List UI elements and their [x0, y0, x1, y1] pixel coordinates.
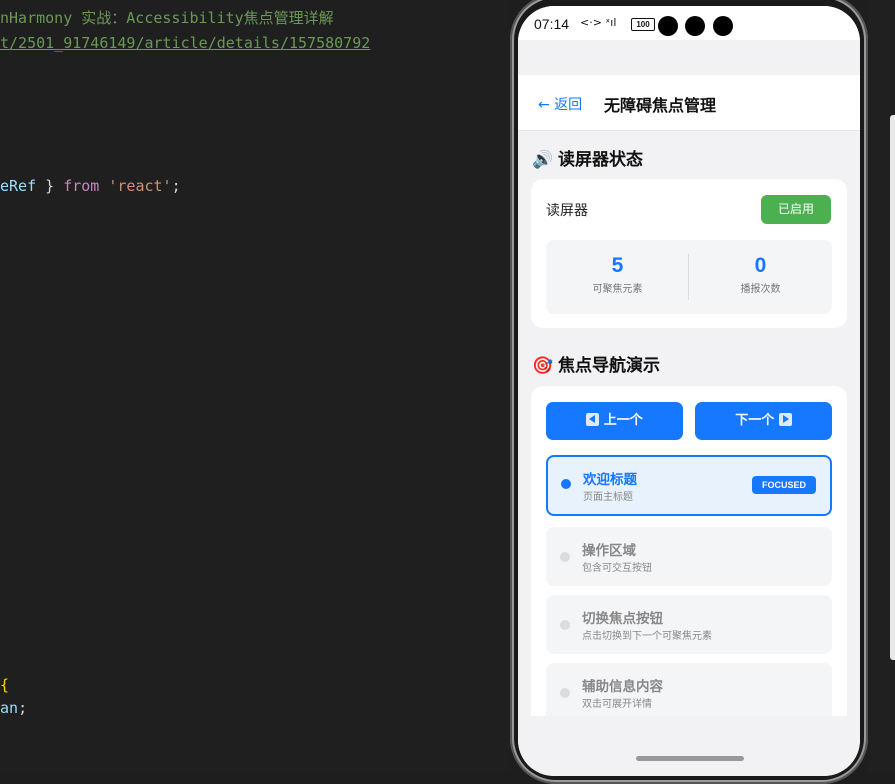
previous-button[interactable]: 上一个: [546, 402, 683, 440]
section-title-focus-demo: 🎯 焦点导航演示: [532, 351, 660, 376]
stats-panel: 5 可聚焦元素 0 播报次数: [546, 240, 832, 314]
next-label: 下一个: [735, 413, 775, 428]
section-title-text: 焦点导航演示: [558, 356, 660, 376]
screen-reader-label: 读屏器: [546, 203, 588, 219]
back-button[interactable]: ← 返回: [538, 94, 582, 114]
item-subtitle: 双击可展开详情: [582, 699, 652, 710]
previous-label: 上一个: [603, 413, 643, 428]
focus-item-switch-button[interactable]: 切换焦点按钮 点击切换到下一个可聚焦元素: [546, 595, 832, 654]
arrow-right-icon: [778, 413, 792, 426]
code-token-var: eRef: [0, 177, 37, 195]
focus-dot-icon: [560, 688, 570, 698]
stat-label: 播报次数: [740, 284, 781, 295]
status-badge: 已启用: [761, 195, 831, 224]
code-token-brace: }: [36, 177, 64, 195]
code-token-string: 'react': [108, 177, 172, 195]
screen-reader-card: 读屏器 已启用 5 可聚焦元素 0 播报次数: [531, 179, 847, 328]
item-title: 欢迎标题: [583, 472, 637, 488]
arrow-left-icon: [586, 413, 600, 426]
item-subtitle: 包含可交互按钮: [582, 563, 652, 574]
focus-item-aux-info[interactable]: 辅助信息内容 双击可展开详情: [546, 663, 832, 716]
code-token-semicolon: ;: [171, 177, 181, 195]
focus-dot-icon: [561, 479, 571, 489]
battery-icon: 100: [631, 18, 655, 31]
code-editor: nHarmony 实战：Accessibility焦点管理详解 t/2501_9…: [0, 0, 510, 772]
main-content: 🔊 读屏器状态 读屏器 已启用 5 可聚焦元素 0 播报次数 🎯 焦点导航演示 …: [518, 131, 860, 716]
page-title: 无障碍焦点管理: [604, 96, 717, 115]
phone-frame: 07:14 <·> ˣıl 100 ← 返回 无障碍焦点管理 🔊 读屏器状态 读屏…: [510, 0, 868, 784]
target-icon: 🎯: [532, 356, 554, 376]
right-panel-edge: [890, 115, 895, 660]
code-token-keyword: from: [63, 177, 100, 195]
code-comment-title: nHarmony 实战：Accessibility焦点管理详解: [0, 9, 334, 27]
speaker-icon: 🔊: [532, 150, 554, 170]
focus-item-welcome-title[interactable]: 欢迎标题 页面主标题 FOCUSED: [546, 455, 832, 516]
top-spacer: [518, 40, 860, 75]
signal-icon: <·> ˣıl: [580, 16, 617, 29]
code-brace-line: {: [0, 676, 10, 694]
focus-dot-icon: [560, 620, 570, 630]
next-button[interactable]: 下一个: [695, 402, 832, 440]
bottom-area: [518, 716, 860, 776]
item-subtitle: 点击切换到下一个可聚焦元素: [582, 631, 712, 642]
phone-screen: 07:14 <·> ˣıl 100 ← 返回 无障碍焦点管理 🔊 读屏器状态 读屏…: [518, 6, 860, 776]
stat-value: 5: [611, 254, 624, 277]
stat-value: 0: [754, 254, 767, 277]
item-title: 辅助信息内容: [582, 679, 663, 695]
section-title-screen-reader: 🔊 读屏器状态: [532, 145, 643, 170]
item-subtitle: 页面主标题: [583, 492, 633, 503]
stat-announcements: 0 播报次数: [689, 254, 832, 295]
camera-dot-icon: [713, 16, 733, 36]
status-time: 07:14: [534, 16, 570, 32]
item-title: 切换焦点按钮: [582, 611, 663, 627]
home-indicator[interactable]: [636, 756, 744, 761]
camera-dot-icon: [658, 16, 678, 36]
code-var-line: an;: [0, 698, 27, 718]
focused-badge: FOCUSED: [752, 476, 816, 494]
code-import-line: eRef } from 'react';: [0, 176, 181, 196]
navigation-bar: ← 返回 无障碍焦点管理: [518, 75, 860, 131]
status-bar: 07:14 <·> ˣıl 100: [518, 6, 860, 40]
section-title-text: 读屏器状态: [558, 150, 643, 170]
focus-demo-card: 上一个 下一个 欢迎标题 页面主标题 FOCUSED 操作区域 包含可交互按钮: [531, 386, 847, 716]
focus-dot-icon: [560, 552, 570, 562]
code-token-var2: an: [0, 699, 19, 717]
item-title: 操作区域: [582, 543, 636, 559]
focus-item-action-area[interactable]: 操作区域 包含可交互按钮: [546, 527, 832, 586]
stat-label: 可聚焦元素: [592, 284, 643, 295]
code-token-semicolon2: ;: [18, 699, 28, 717]
code-comment-link[interactable]: t/2501_91746149/article/details/15758079…: [0, 33, 370, 53]
stat-focusable: 5 可聚焦元素: [546, 254, 689, 295]
camera-dot-icon: [685, 16, 705, 36]
